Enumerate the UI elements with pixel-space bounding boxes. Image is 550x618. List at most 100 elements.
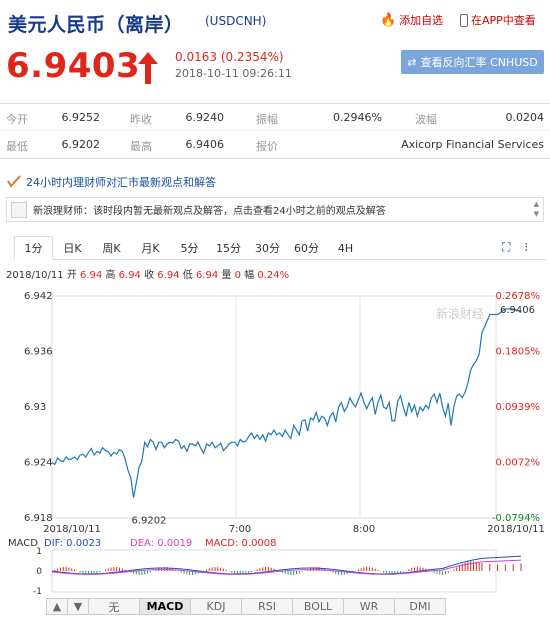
symbol-code: (USDCNH) — [205, 14, 267, 28]
x-axis-labels: 2018/10/11 7:00 8:00 2018/10/11 — [43, 524, 545, 535]
volume-value: 0 — [234, 270, 241, 281]
tab-week[interactable]: 周K — [92, 236, 131, 260]
indicator-tabs: ▲ ▼ 无 MACD KDJ RSI BOLL WR DMI — [46, 598, 446, 615]
tab-month[interactable]: 月K — [131, 236, 170, 260]
x-tick-label: 2018/10/11 — [43, 524, 101, 535]
indicator-none[interactable]: 无 — [88, 598, 140, 615]
y-tick-label: 6.936 — [24, 347, 53, 358]
stat-value: 6.9406 — [185, 138, 225, 151]
pencil-check-icon — [7, 175, 21, 188]
low-marker-label: 6.9202 — [131, 516, 166, 527]
reverse-rate-button[interactable]: ⇄ 查看反向汇率 CNHUSD — [401, 50, 544, 74]
macd-title: MACD — [8, 538, 38, 549]
x-tick-label: 7:00 — [229, 524, 251, 535]
tab-5min[interactable]: 5分 — [170, 236, 209, 260]
viewpoint-message-box[interactable]: 新浪理财师：该时段内暂无最新观点及解答，点击查看24小时之前的观点及解答 ▲ ▼ — [6, 197, 544, 222]
viewpoint-message: 新浪理财师：该时段内暂无最新观点及解答，点击查看24小时之前的观点及解答 — [33, 206, 386, 217]
price-change: 0.0163 (0.2354%) — [175, 50, 284, 64]
add-favorite-label: 添加自选 — [399, 14, 444, 27]
tab-1min[interactable]: 1分 — [14, 236, 53, 260]
stat-label: 报价 — [256, 140, 278, 153]
app-view-button[interactable]: 在APP中查看 — [460, 12, 536, 28]
page-title: 美元人民币（离岸） — [8, 14, 184, 36]
stat-value: 0.0204 — [505, 111, 545, 124]
stat-value: 6.9202 — [61, 138, 101, 151]
stat-label: 昨收 — [130, 113, 152, 126]
stat-label: 波幅 — [415, 113, 437, 126]
tab-15min[interactable]: 15分 — [209, 236, 248, 260]
viewpoint-link-label: 24小时内理财师对汇市最新观点和解答 — [26, 176, 216, 189]
stat-label: 振幅 — [256, 113, 278, 126]
macd-dea-line — [51, 559, 522, 575]
amplitude-value: 0.24% — [257, 270, 290, 281]
add-favorite-button[interactable]: 🔥 添加自选 — [380, 12, 443, 28]
stats-table: 今开 6.9252 昨收 6.9240 振幅 0.2946% 波幅 0.0204… — [0, 103, 550, 159]
quote-time: 2018-10-11 09:26:11 — [175, 67, 292, 80]
y-tick-label: 6.93 — [24, 402, 46, 413]
high-marker-label: 6.9406 — [500, 305, 535, 316]
stat-value: 0.2946% — [333, 111, 382, 124]
price-chart[interactable]: 新浪财经 6.942 6.936 6.93 6.924 6.918 0.2678% 0.18… — [0, 282, 550, 596]
period-tabs: 1分 日K 周K 月K 5分 15分 30分 60分 4H — [14, 236, 546, 260]
tab-60min[interactable]: 60分 — [287, 236, 326, 260]
close-value: 6.94 — [157, 270, 180, 281]
menu-icon[interactable]: ⁝ — [524, 240, 528, 255]
open-value: 6.94 — [80, 270, 103, 281]
y-axis-labels: 6.942 6.936 6.93 6.924 6.918 0.2678% 0.1805% 0.… — [24, 291, 540, 524]
avatar — [11, 201, 27, 218]
tab-day[interactable]: 日K — [53, 236, 92, 260]
macd-chart: 1 0 -1 — [33, 547, 522, 596]
indicator-kdj[interactable]: KDJ — [190, 598, 242, 615]
amplitude-label: 幅 — [244, 270, 255, 281]
stats-row: 最低 6.9202 最高 6.9406 报价 Axicorp Financial… — [0, 131, 550, 158]
tab-30min[interactable]: 30分 — [248, 236, 287, 260]
fire-icon: 🔥 — [380, 12, 397, 28]
macd-tick-label: 0 — [36, 567, 42, 577]
nav-down-button[interactable]: ▼ — [67, 598, 89, 615]
y-pct-tick-label: 0.0072% — [496, 458, 541, 469]
macd-tick-label: 1 — [36, 547, 42, 557]
close-label: 收 — [144, 270, 155, 281]
chart-tools: ⛶ ⁝ — [502, 240, 528, 255]
y-tick-label: 6.918 — [24, 513, 53, 524]
stat-label: 最高 — [130, 140, 152, 153]
y-pct-tick-label: 0.1805% — [496, 347, 541, 358]
swap-icon: ⇄ — [407, 55, 417, 69]
high-label: 高 — [105, 270, 116, 281]
indicator-wr[interactable]: WR — [343, 598, 395, 615]
high-value: 6.94 — [118, 270, 141, 281]
fullscreen-icon[interactable]: ⛶ — [502, 240, 510, 255]
indicator-boll[interactable]: BOLL — [292, 598, 344, 615]
stat-value: Axicorp Financial Services — [401, 138, 544, 151]
viewpoint-link[interactable]: 24小时内理财师对汇市最新观点和解答 — [6, 174, 216, 190]
stat-value: 6.9240 — [185, 111, 225, 124]
y-tick-label: 6.942 — [24, 291, 53, 302]
stats-row: 今开 6.9252 昨收 6.9240 振幅 0.2946% 波幅 0.0204 — [0, 104, 550, 131]
macd-value: MACD: 0.0008 — [205, 538, 277, 549]
stat-label: 最低 — [6, 140, 28, 153]
volume-label: 量 — [221, 270, 232, 281]
y-pct-tick-label: 0.0939% — [496, 402, 541, 413]
y-pct-tick-label: 0.2678% — [496, 291, 541, 302]
price-line — [51, 308, 522, 498]
low-label: 低 — [182, 270, 193, 281]
phone-icon — [460, 13, 468, 27]
nav-up-button[interactable]: ▲ — [46, 598, 68, 615]
tab-4h[interactable]: 4H — [326, 236, 365, 260]
low-value: 6.94 — [195, 270, 219, 281]
scroll-arrows-icon[interactable]: ▲ ▼ — [534, 199, 539, 219]
chart-watermark: 新浪财经 — [436, 306, 484, 321]
indicator-rsi[interactable]: RSI — [241, 598, 293, 615]
y-pct-tick-label: -0.0794% — [492, 513, 540, 524]
y-tick-label: 6.924 — [24, 458, 53, 469]
reverse-rate-label: 查看反向汇率 CNHUSD — [420, 56, 538, 69]
ohlc-info: 2018/10/11 开 6.94 高 6.94 收 6.94 低 6.94 量… — [6, 266, 289, 281]
indicator-macd[interactable]: MACD — [139, 598, 191, 615]
macd-tick-label: -1 — [33, 587, 42, 596]
info-date: 2018/10/11 — [6, 270, 64, 281]
open-label: 开 — [66, 270, 77, 281]
x-tick-label: 2018/10/11 — [487, 524, 545, 535]
indicator-dmi[interactable]: DMI — [394, 598, 446, 615]
up-arrow-icon — [138, 52, 158, 84]
macd-dea: DEA: 0.0019 — [130, 538, 192, 549]
